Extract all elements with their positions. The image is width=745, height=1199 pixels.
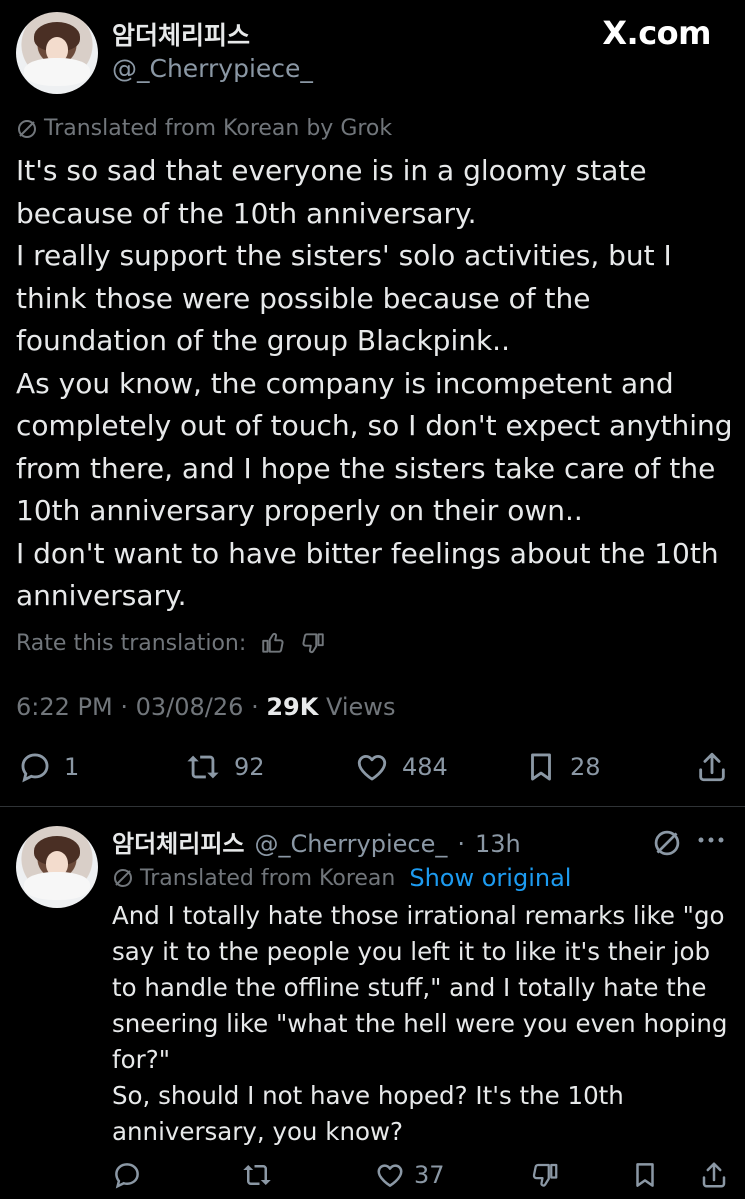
tweet-time[interactable]: 6:22 PM	[16, 693, 113, 721]
bookmark-button[interactable]: 28	[524, 750, 601, 784]
reply-line: to handle the offline stuff," and I tota…	[112, 973, 707, 1002]
reply-author-handle[interactable]: @_Cherrypiece_	[254, 830, 447, 858]
repost-icon	[187, 755, 219, 779]
repost-icon	[243, 1165, 271, 1185]
translate-icon	[114, 869, 132, 887]
avatar-bow	[24, 871, 90, 900]
reply-thumbs-down-button[interactable]	[530, 1160, 560, 1190]
tweet-line: completely out of touch, so I don't expe…	[16, 409, 733, 442]
tweet-line: because of the 10th anniversary.	[16, 196, 477, 230]
tweet-actions: 1 92 484 28	[16, 748, 729, 788]
like-count: 484	[402, 753, 448, 781]
site-label: X.com	[602, 14, 711, 52]
translate-icon	[18, 119, 36, 138]
author-avatar[interactable]	[16, 12, 98, 94]
translation-label: Translated from Korean by Grok	[44, 116, 393, 141]
tweet-line: I really support the sisters' solo activ…	[16, 239, 672, 272]
tweet-line: think those were possible because of the	[16, 281, 591, 315]
tweet-date[interactable]: 03/08/26	[136, 693, 244, 721]
reply-header: 암더체리피스 @_Cherrypiece_ · 13h	[112, 824, 521, 859]
tweet-line: I don't want to have bitter feelings abo…	[16, 536, 719, 570]
reply-button[interactable]: 1	[18, 750, 79, 784]
tweet-line: It's so sad that everyone is in a gloomy…	[16, 154, 647, 187]
reply-reply-button[interactable]	[112, 1160, 142, 1190]
repost-button[interactable]: 92	[184, 750, 265, 784]
show-original-link[interactable]: Show original	[409, 864, 571, 892]
divider	[0, 806, 745, 807]
reply-line: sneering like "what the hell were you ev…	[112, 1009, 728, 1038]
translation-notice: Translated from Korean by Grok	[16, 116, 392, 141]
thumbs-up-icon[interactable]	[260, 630, 286, 656]
reply-like-count: 37	[414, 1161, 445, 1189]
tweet-line: foundation of the group Blackpink..	[16, 324, 510, 357]
reply-time[interactable]: 13h	[475, 830, 521, 858]
reply-actions: 37	[112, 1160, 729, 1194]
tweet-line: 10th anniversary properly on their own..	[16, 494, 583, 527]
heart-icon	[377, 1164, 403, 1187]
tweet-line: from there, and I hope the sisters take …	[16, 451, 716, 485]
reply-line: say it to the people you left it to like…	[112, 937, 711, 966]
reply-icon	[115, 1163, 139, 1189]
thumbs-down-icon[interactable]	[300, 630, 326, 656]
like-button[interactable]: 484	[354, 750, 448, 784]
reply-translation-label: Translated from Korean	[140, 865, 396, 891]
more-icon[interactable]	[696, 830, 726, 850]
reply-translation-notice: Translated from Korean Show original	[112, 864, 571, 892]
avatar-bow	[24, 57, 90, 86]
rate-label: Rate this translation:	[16, 630, 247, 656]
reply-share-button[interactable]	[699, 1160, 729, 1190]
reply-author-name[interactable]: 암더체리피스	[112, 824, 244, 859]
views-count: 29K	[266, 693, 319, 721]
share-icon	[699, 752, 725, 782]
meta-separator: ·	[251, 693, 259, 721]
reply-count: 1	[64, 753, 80, 781]
thumbs-down-icon	[532, 1163, 558, 1187]
reply-repost-button[interactable]	[240, 1160, 274, 1190]
reply-line: anniversary, you know?	[112, 1117, 403, 1146]
bookmark-count: 28	[570, 753, 601, 781]
author-handle[interactable]: @_Cherrypiece_	[112, 54, 313, 83]
reply-author-avatar[interactable]	[16, 826, 98, 908]
reply-text: And I totally hate those irrational rema…	[112, 898, 732, 1150]
share-button[interactable]	[695, 750, 729, 784]
reply-line: So, should I not have hoped? It's the 10…	[112, 1081, 624, 1110]
tweet-meta: 6:22 PM · 03/08/26 · 29K Views	[16, 693, 395, 721]
tweet-text: It's so sad that everyone is in a gloomy…	[16, 150, 733, 618]
translate-icon[interactable]	[652, 828, 682, 858]
reply-line: for?"	[112, 1045, 170, 1074]
author-name[interactable]: 암더체리피스	[112, 16, 250, 52]
rate-translation: Rate this translation:	[16, 630, 326, 656]
meta-separator: ·	[120, 693, 128, 721]
tweet-line: As you know, the company is incompetent …	[16, 366, 674, 400]
reply-icon	[21, 753, 49, 783]
heart-icon	[357, 754, 387, 781]
repost-count: 92	[234, 753, 265, 781]
bookmark-icon	[531, 753, 551, 781]
share-icon	[702, 1162, 726, 1188]
bookmark-icon	[636, 1163, 654, 1187]
views-label: Views	[325, 693, 396, 721]
tweet-line: anniversary.	[16, 579, 187, 612]
meta-separator: ·	[457, 830, 466, 858]
reply-bookmark-button[interactable]	[630, 1160, 660, 1190]
reply-like-button[interactable]: 37	[374, 1160, 445, 1190]
reply-line: And I totally hate those irrational rema…	[112, 901, 725, 930]
